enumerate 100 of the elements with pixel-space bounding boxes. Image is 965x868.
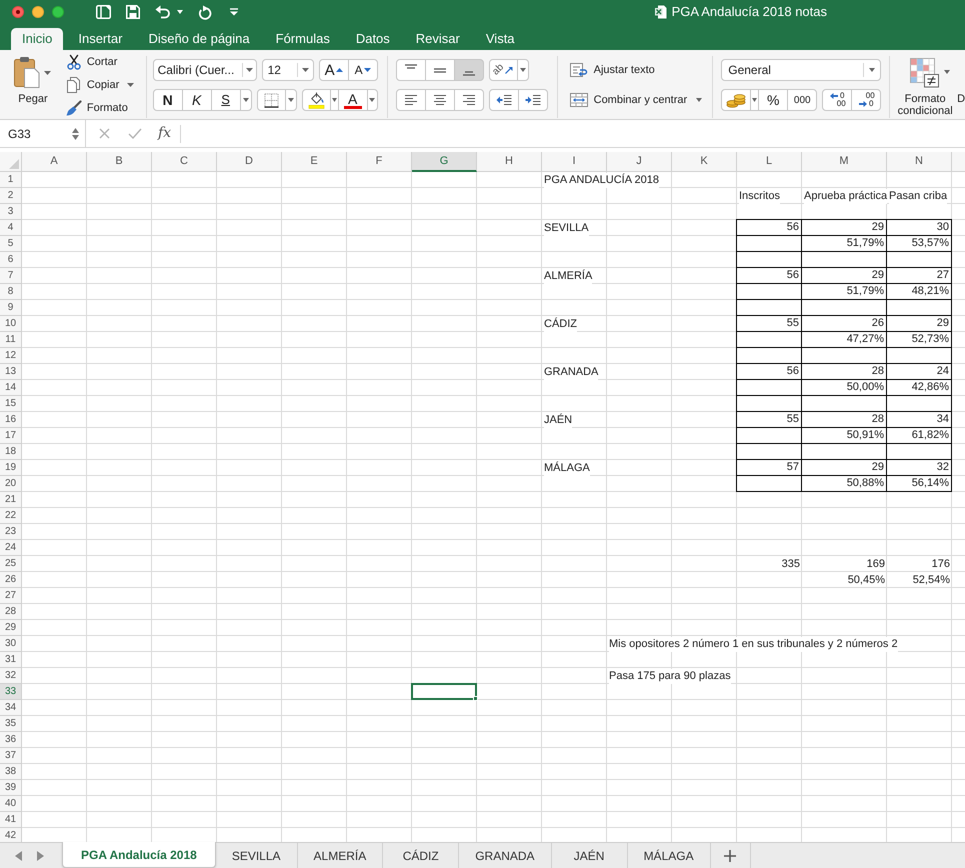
row-header[interactable]: 40 [0,796,22,812]
column-header[interactable]: A [22,152,87,172]
ribbon-button[interactable]: D [957,93,965,105]
ribbon-tab[interactable]: Revisar [404,28,471,50]
column-header[interactable]: K [672,152,737,172]
column-header[interactable]: M [802,152,887,172]
borders-button[interactable] [256,89,286,111]
wrap-text-button[interactable]: Ajustar texto [570,59,706,81]
row-header[interactable]: 30 [0,636,22,652]
align-middle-button[interactable] [424,59,455,81]
column-header[interactable]: I [542,152,607,172]
row-header[interactable]: 21 [0,492,22,508]
row-header[interactable]: 18 [0,444,22,460]
ribbon-tab[interactable]: Datos [344,28,401,50]
ribbon-tab[interactable]: Insertar [67,28,134,50]
row-header[interactable]: 3 [0,204,22,220]
column-header[interactable]: B [87,152,152,172]
italic-button[interactable]: K [182,89,212,111]
ribbon-tab[interactable]: Vista [474,28,526,50]
row-header[interactable]: 23 [0,524,22,540]
accounting-format-button[interactable] [721,89,752,111]
row-header[interactable]: 37 [0,748,22,764]
align-center-button[interactable] [424,89,455,111]
bold-button[interactable]: N [152,89,183,111]
align-left-button[interactable] [396,89,426,111]
fill-handle[interactable] [473,696,478,701]
ribbon-tab[interactable]: Diseño de página [137,28,261,50]
row-header[interactable]: 35 [0,716,22,732]
column-header[interactable]: H [477,152,542,172]
insert-function-button[interactable]: fx [158,123,172,144]
save-icon[interactable] [126,5,140,19]
caret-icon[interactable] [177,10,183,14]
dropdown-button[interactable] [516,59,529,81]
redo-icon[interactable] [198,4,212,20]
left-triangle-icon[interactable] [15,850,22,860]
conditional-formatting-button[interactable]: Formato condicional [896,56,954,117]
sheet-tab[interactable]: PGA Andalucía 2018 [62,842,216,868]
column-header[interactable]: D [217,152,282,172]
grow-font-button[interactable]: A [318,59,349,81]
paste-button[interactable]: Pegar [8,56,58,105]
name-box[interactable]: G33 [0,120,86,147]
dropdown-button[interactable] [284,89,297,111]
font-color-button[interactable]: A [338,89,368,111]
row-header[interactable]: 22 [0,508,22,524]
row-header[interactable]: 10 [0,316,22,332]
row-header[interactable]: 12 [0,348,22,364]
align-top-button[interactable] [396,59,426,81]
right-triangle-icon[interactable] [37,850,44,860]
row-header[interactable]: 25 [0,556,22,572]
column-header[interactable]: L [737,152,802,172]
row-header[interactable]: 14 [0,380,22,396]
column-header[interactable]: N [887,152,952,172]
sheet-tab[interactable]: SEVILLA [216,843,298,868]
row-header[interactable]: 11 [0,332,22,348]
row-header[interactable]: 9 [0,300,22,316]
row-header[interactable]: 8 [0,284,22,300]
row-header[interactable]: 28 [0,604,22,620]
row-header[interactable]: 17 [0,428,22,444]
row-header[interactable]: 13 [0,364,22,380]
minimize-button[interactable] [32,6,44,18]
increase-decimal-button[interactable]: 0 00 [822,89,852,111]
row-header[interactable]: 42 [0,828,22,842]
ribbon-tab[interactable]: Inicio [11,28,64,50]
sheet-tab[interactable]: JAÉN [552,843,628,868]
row-header[interactable]: 1 [0,172,22,188]
ribbon-tab[interactable]: Fórmulas [264,28,341,50]
shrink-font-button[interactable]: A [348,59,378,81]
row-header[interactable]: 29 [0,620,22,636]
column-header[interactable]: C [152,152,217,172]
orientation-button[interactable]: ab [488,59,518,81]
thousands-format-button[interactable]: 000 [787,89,818,111]
decrease-decimal-button[interactable]: 00 0 [851,89,882,111]
column-header[interactable]: G [412,152,477,172]
align-right-button[interactable] [454,89,484,111]
zoom-button[interactable] [52,6,64,18]
row-header[interactable]: 41 [0,812,22,828]
row-header[interactable]: 39 [0,780,22,796]
sheet-tab[interactable]: ALMERÍA [298,843,384,868]
row-header[interactable]: 27 [0,588,22,604]
toolbar-menu-icon[interactable] [229,8,239,16]
row-header[interactable]: 33 [0,684,22,700]
decrease-indent-button[interactable] [488,89,519,111]
row-header[interactable]: 16 [0,412,22,428]
active-cell[interactable] [411,683,477,700]
dropdown-button[interactable] [366,89,378,111]
row-header[interactable]: 4 [0,220,22,236]
row-header[interactable]: 36 [0,732,22,748]
row-header[interactable]: 24 [0,540,22,556]
row-header[interactable]: 32 [0,668,22,684]
align-bottom-button[interactable] [454,59,484,81]
font-name-dropdown[interactable]: Calibri (Cuer... [152,59,257,81]
fill-color-button[interactable] [302,89,331,111]
sheet-tab[interactable]: MÁLAGA [628,843,711,868]
undo-icon[interactable] [155,5,171,19]
row-header[interactable]: 34 [0,700,22,716]
row-header[interactable]: 26 [0,572,22,588]
row-header[interactable]: 5 [0,236,22,252]
sheet-tab[interactable]: GRANADA [459,843,552,868]
sheet-tab[interactable]: CÁDIZ [383,843,460,868]
row-header[interactable]: 2 [0,188,22,204]
